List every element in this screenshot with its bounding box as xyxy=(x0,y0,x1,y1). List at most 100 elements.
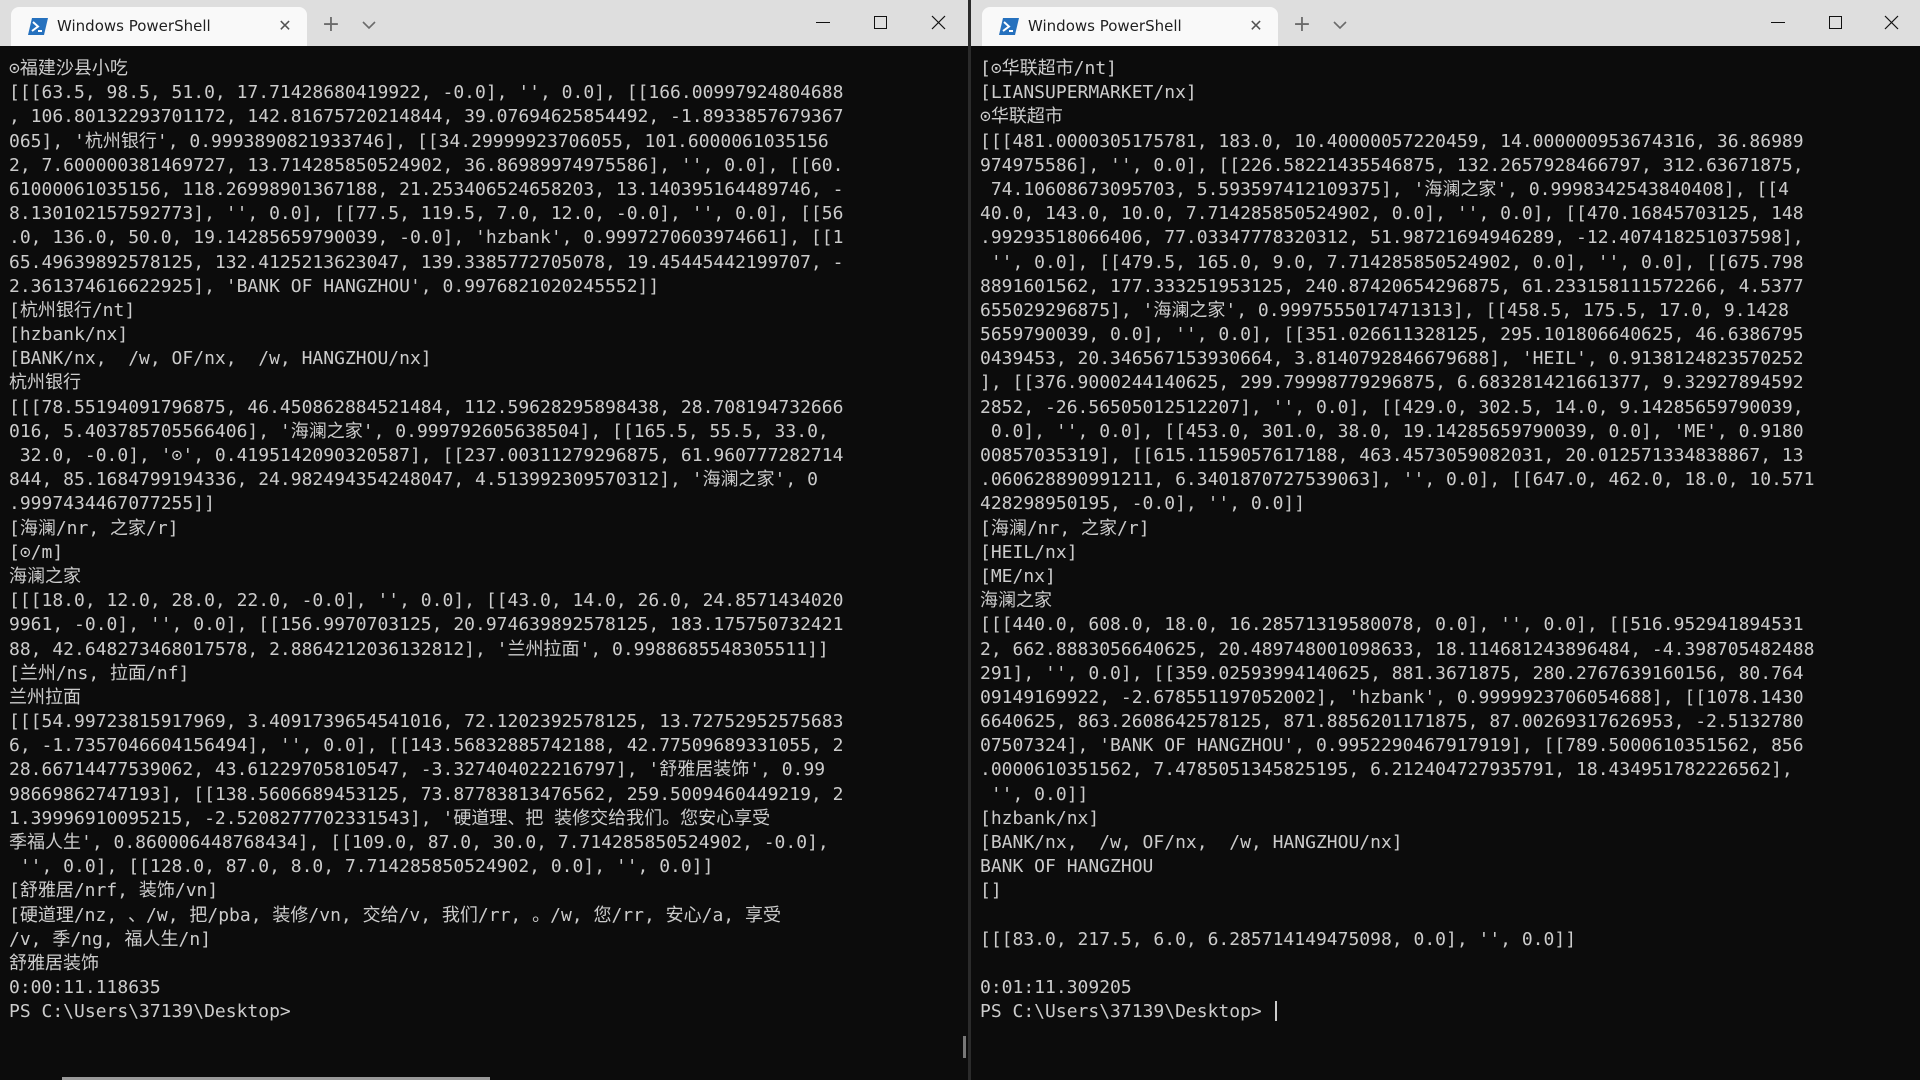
console-line: 9961, -0.0], '', 0.0], [[156.9970703125,… xyxy=(9,614,844,636)
console-line: [兰州/ns, 拉面/nf] xyxy=(9,662,190,684)
console-line: .9997434467077255]] xyxy=(9,493,215,515)
console-line: [[[18.0, 12.0, 28.0, 22.0, -0.0], '', 0.… xyxy=(9,590,844,612)
prompt-line: PS C:\Users\37139\Desktop> xyxy=(9,1001,291,1023)
maximize-icon xyxy=(874,16,887,29)
plus-icon[interactable]: + xyxy=(1289,12,1315,38)
console-line: 季福人生', 0.860006448768434], [[109.0, 87.0… xyxy=(9,832,829,853)
console-line: '', 0.0], [[479.5, 165.0, 9.0, 7.7142858… xyxy=(980,251,1804,273)
console-line: [[[78.55194091796875, 46.450862884521484… xyxy=(9,396,844,418)
console-line: 0.0], '', 0.0], [[453.0, 301.0, 38.0, 19… xyxy=(980,420,1804,442)
console-line: .0, 136.0, 50.0, 19.14285659790039, -0.0… xyxy=(9,227,844,249)
console-line: 2, 7.600000381469727, 13.714285850524902… xyxy=(9,154,844,176)
tab-title: Windows PowerShell xyxy=(1028,17,1182,35)
console-line: 065], '杭州银行', 0.9993890821933746], [[34.… xyxy=(9,130,829,152)
tab-powershell[interactable]: Windows PowerShell ✕ xyxy=(11,7,307,46)
scrollbar-thumb[interactable] xyxy=(963,1036,966,1058)
console-line: [海澜/nr, 之家/r] xyxy=(9,517,179,539)
chevron-down-icon[interactable] xyxy=(358,14,380,36)
console-line: 5659790039, 0.0], '', 0.0], [[351.026611… xyxy=(980,324,1804,346)
console-line: 海澜之家 xyxy=(980,590,1052,612)
console-line: [硬道理/nz, 、/w, 把/pba, 装修/vn, 交给/v, 我们/rr,… xyxy=(9,904,781,926)
console-output[interactable]: [⊙华联超市/nt] [LIANSUPERMARKET/nx] ⊙华联超市 [[[48… xyxy=(980,57,1916,1080)
terminal-window-left: Windows PowerShell ✕ + ⊙福建沙县小吃 [[[63.5, 9… xyxy=(0,0,968,1080)
console-line: [⊙华联超市/nt] xyxy=(980,58,1118,79)
console-line: 07507324], 'BANK OF HANGZHOU', 0.9952290… xyxy=(980,735,1804,757)
console-line: 舒雅居装饰 xyxy=(9,952,99,974)
minimize-button[interactable] xyxy=(1750,0,1806,46)
console-line: 61000061035156, 118.26998901367188, 21.2… xyxy=(9,178,844,200)
console-line: 6640625, 863.2608642578125, 871.88562011… xyxy=(980,711,1804,733)
console-line: [hzbank/nx] xyxy=(980,807,1100,829)
console-line: , 106.80132293701172, 142.81675720214844… xyxy=(9,106,844,128)
console-output[interactable]: ⊙福建沙县小吃 [[[63.5, 98.5, 51.0, 17.714286804… xyxy=(9,57,964,1080)
console-line: 2, 662.8883056640625, 20.489748001098633… xyxy=(980,638,1815,660)
console-line: [hzbank/nx] xyxy=(9,324,129,346)
title-bar[interactable]: Windows PowerShell ✕ + xyxy=(0,0,968,46)
console-line: 65.49639892578125, 132.4125213623047, 13… xyxy=(9,251,844,273)
console-line: 00857035319], [[615.1159057617188, 463.4… xyxy=(980,445,1804,466)
console-line: [BANK/nx, /w, OF/nx, /w, HANGZHOU/nx] xyxy=(9,348,432,370)
console-line: 74.10608673095703, 5.593597412109375], '… xyxy=(980,178,1789,200)
console-line: [[[440.0, 608.0, 18.0, 16.28571319580078… xyxy=(980,614,1804,636)
console-line: 8.130102157592773], '', 0.0], [[77.5, 11… xyxy=(9,203,844,225)
console-line: 1.39996910095215, -2.5208277702331543], … xyxy=(9,807,771,829)
console-line: 428298950195, -0.0], '', 0.0]] xyxy=(980,493,1306,515)
console-line: 291], '', 0.0], [[359.02593994140625, 88… xyxy=(980,662,1804,684)
prompt-line: PS C:\Users\37139\Desktop> xyxy=(980,1000,1916,1024)
console-line: 88, 42.648273468017578, 2.88642120361328… xyxy=(9,638,829,660)
window-close-icon xyxy=(931,15,946,30)
tab-powershell[interactable]: Windows PowerShell ✕ xyxy=(982,7,1278,46)
console-line: [LIANSUPERMARKET/nx] xyxy=(980,82,1197,104)
console-line: ], [[376.9000244140625, 299.799987792968… xyxy=(980,372,1804,394)
console-line: [BANK/nx, /w, OF/nx, /w, HANGZHOU/nx] xyxy=(980,832,1403,853)
maximize-button[interactable] xyxy=(853,0,909,46)
title-bar[interactable]: Windows PowerShell ✕ + xyxy=(971,0,1920,46)
window-close-icon xyxy=(1884,15,1899,30)
close-icon[interactable]: ✕ xyxy=(275,16,295,36)
console-line: [舒雅居/nrf, 装饰/vn] xyxy=(9,880,219,902)
terminal-window-right: Windows PowerShell ✕ + [⊙华联超市/nt] [LIANSU… xyxy=(971,0,1920,1080)
powershell-icon xyxy=(28,18,48,35)
console-line: 海澜之家 xyxy=(9,565,81,587)
console-line: 974975586], '', 0.0], [[226.582214355468… xyxy=(980,154,1804,176)
tab-title: Windows PowerShell xyxy=(57,17,211,35)
window-close-button[interactable] xyxy=(1864,0,1920,46)
console-line: '', 0.0], [[128.0, 87.0, 8.0, 7.71428585… xyxy=(9,856,714,878)
console-line: 2.361374616622925], 'BANK OF HANGZHOU', … xyxy=(9,275,660,297)
console-line: 844, 85.1684799194336, 24.98249435424804… xyxy=(9,469,818,491)
console-line: 016, 5.403785705566406], '海澜之家', 0.99979… xyxy=(9,420,829,442)
minimize-button[interactable] xyxy=(795,0,851,46)
console-line: 40.0, 143.0, 10.0, 7.714285850524902, 0.… xyxy=(980,203,1804,225)
console-line: [[[63.5, 98.5, 51.0, 17.71428680419922, … xyxy=(9,82,844,104)
console-line: [[[83.0, 217.5, 6.0, 6.285714149475098, … xyxy=(980,928,1577,950)
console-line: 0:00:11.118635 xyxy=(9,977,161,999)
console-line: 0439453, 20.346567153930664, 3.814079284… xyxy=(980,348,1804,370)
console-line: 28.66714477539062, 43.61229705810547, -3… xyxy=(9,759,826,781)
chevron-down-icon[interactable] xyxy=(1329,14,1351,36)
console-line: 兰州拉面 xyxy=(9,686,81,708)
console-line: [[[54.99723815917969, 3.4091739654541016… xyxy=(9,711,844,733)
console-line: 09149169922, -2.678551197052002], 'hzban… xyxy=(980,686,1804,708)
console-line: 8891601562, 177.333251953125, 240.874206… xyxy=(980,275,1804,297)
console-line: .060628890991211, 6.3401870727539063], '… xyxy=(980,469,1815,491)
console-line: ⊙华联超市 xyxy=(980,106,1063,128)
close-icon[interactable]: ✕ xyxy=(1246,16,1266,36)
console-line: '', 0.0]] xyxy=(980,783,1089,805)
console-line: [海澜/nr, 之家/r] xyxy=(980,517,1150,539)
console-line: 6, -1.7357046604156494], '', 0.0], [[143… xyxy=(9,735,844,757)
console-line: ⊙福建沙县小吃 xyxy=(9,58,128,79)
powershell-icon xyxy=(999,18,1019,35)
maximize-button[interactable] xyxy=(1808,0,1864,46)
console-line: 杭州银行 xyxy=(9,372,81,394)
console-line: 98669862747193], [[138.5606689453125, 73… xyxy=(9,783,844,805)
console-line: BANK OF HANGZHOU xyxy=(980,856,1154,878)
window-close-button[interactable] xyxy=(911,0,967,46)
console-line: 655029296875], '海澜之家', 0.999755501747131… xyxy=(980,299,1789,321)
text-cursor xyxy=(1274,1001,1277,1022)
console-line: 0:01:11.309205 xyxy=(980,977,1132,999)
console-line: [杭州银行/nt] xyxy=(9,299,136,321)
console-line: [ME/nx] xyxy=(980,565,1056,587)
plus-icon[interactable]: + xyxy=(318,12,344,38)
